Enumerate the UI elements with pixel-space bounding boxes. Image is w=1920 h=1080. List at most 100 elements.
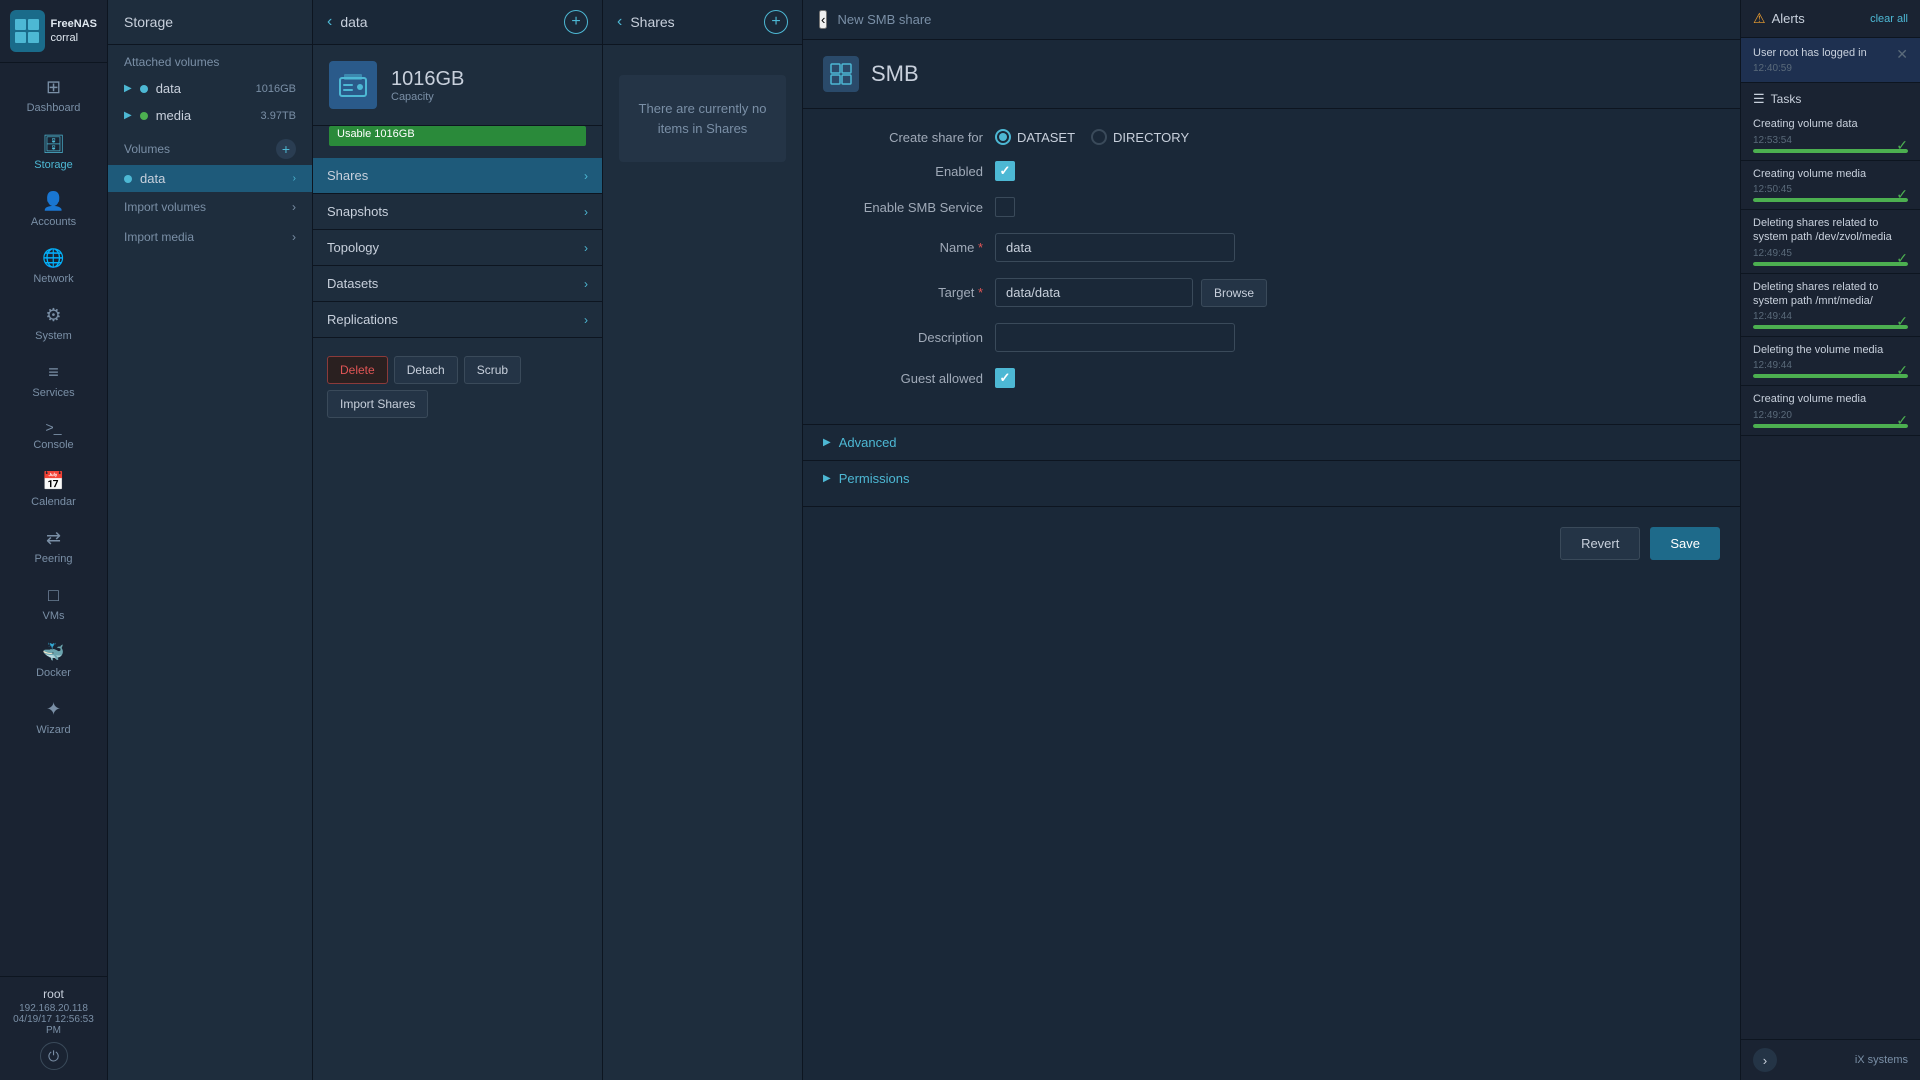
create-share-for-label: Create share for [823,130,983,145]
calendar-icon: 📅 [42,471,64,492]
ip-address: 192.168.20.118 [10,1003,97,1014]
nav-topology[interactable]: Topology › [313,230,602,266]
data-back-button[interactable]: ‹ [327,13,332,31]
description-input[interactable] [995,323,1235,352]
sidebar-item-dashboard[interactable]: ⊞ Dashboard [0,67,107,124]
import-media-link[interactable]: Import media › [108,222,312,252]
add-volume-button[interactable]: + [276,139,296,159]
right-footer: › iX systems [1741,1039,1920,1080]
description-row: Description [823,323,1720,352]
smb-icon [823,56,859,92]
import-volumes-link[interactable]: Import volumes › [108,192,312,222]
dataset-radio[interactable]: DATASET [995,129,1075,145]
storage-header-title: Storage [108,0,312,45]
form-actions: Revert Save [803,506,1740,580]
smb-breadcrumb: New SMB share [837,12,1724,27]
vms-icon: □ [48,585,59,606]
save-button[interactable]: Save [1650,527,1720,560]
snapshots-chevron: › [584,205,588,219]
nav-replications[interactable]: Replications › [313,302,602,338]
nav-shares[interactable]: Shares › [313,158,602,194]
delete-button[interactable]: Delete [327,356,388,384]
guest-allowed-row: Guest allowed ✓ [823,368,1720,388]
shares-add-button[interactable]: + [764,10,788,34]
nav-datasets[interactable]: Datasets › [313,266,602,302]
volume-item-data[interactable]: ▶ data 1016GB [108,75,312,102]
volume-item-media[interactable]: ▶ media 3.97TB [108,102,312,129]
task-progress-5 [1753,424,1908,428]
alert-close-button[interactable]: ✕ [1896,46,1908,63]
active-volume-data[interactable]: data › [108,165,312,192]
directory-radio-circle [1091,129,1107,145]
directory-radio[interactable]: DIRECTORY [1091,129,1189,145]
shares-panel-header: ‹ Shares + [603,0,802,45]
dot-data [140,85,148,93]
target-input[interactable] [995,278,1193,307]
guest-allowed-checkbox[interactable]: ✓ [995,368,1015,388]
enable-smb-service-checkbox[interactable] [995,197,1015,217]
usage-label: Usable 1016GB [337,128,415,140]
sidebar-item-accounts[interactable]: 👤 Accounts [0,181,107,238]
browse-button[interactable]: Browse [1201,279,1267,307]
data-panel: ‹ data + 1016GB Capacity Usable 1016GB [313,0,603,1080]
smb-header: ‹ New SMB share [803,0,1740,40]
storage-icon: 🗄 [42,134,65,155]
name-input[interactable] [995,233,1235,262]
revert-button[interactable]: Revert [1560,527,1640,560]
active-volume-name: data [140,171,285,186]
sidebar-item-system[interactable]: ⚙ System [0,295,107,352]
sidebar-item-storage[interactable]: 🗄 Storage [0,124,107,181]
advanced-collapsible[interactable]: ▶ Advanced [803,424,1740,460]
task-item-2: Deleting shares related to system path /… [1741,210,1920,274]
task-progress-0 [1753,149,1908,153]
attached-volumes-section: Attached volumes [108,45,312,75]
clear-all-link[interactable]: clear all [1870,13,1908,25]
scrub-button[interactable]: Scrub [464,356,521,384]
sidebar-item-docker[interactable]: 🐳 Docker [0,632,107,689]
data-nav-list: Shares › Snapshots › Topology › Datasets… [313,150,602,346]
permissions-collapsible[interactable]: ▶ Permissions [803,460,1740,496]
enabled-checkbox[interactable]: ✓ [995,161,1015,181]
data-panel-header: ‹ data + [313,0,602,45]
sidebar-item-wizard[interactable]: ✦ Wizard [0,689,107,746]
alert-text-0: User root has logged in [1753,46,1908,61]
alerts-header: ⚠ Alerts clear all [1741,0,1920,38]
enable-smb-service-label: Enable SMB Service [823,200,983,215]
sidebar-item-vms[interactable]: □ VMs [0,575,107,632]
datasets-chevron: › [584,277,588,291]
expand-panel-button[interactable]: › [1753,1048,1777,1072]
enable-smb-service-row: Enable SMB Service [823,197,1720,217]
smb-title: SMB [871,61,919,87]
target-row: Target * Browse [823,278,1720,307]
alert-time-0: 12:40:59 [1753,63,1908,74]
alert-bell-icon: ⚠ [1753,10,1766,27]
nav-snapshots[interactable]: Snapshots › [313,194,602,230]
sidebar-item-services[interactable]: ≡ Services [0,352,107,409]
task-item-1: Creating volume media 12:50:45 ✓ [1741,161,1920,210]
smb-form-panel: ‹ New SMB share SMB Create share for [803,0,1740,1080]
shares-empty-message: There are currently no items in Shares [619,75,786,162]
sidebar-item-network[interactable]: 🌐 Network [0,238,107,295]
smb-form-body: Create share for DATASET DIRECTORY Enabl… [803,109,1740,424]
power-button[interactable]: ⏻ [40,1042,68,1070]
sidebar-item-calendar[interactable]: 📅 Calendar [0,461,107,518]
data-add-button[interactable]: + [564,10,588,34]
shares-back-button[interactable]: ‹ [617,13,622,31]
smb-back-button[interactable]: ‹ [819,10,827,29]
sidebar-item-peering[interactable]: ⇄ Peering [0,518,107,575]
sidebar-item-console[interactable]: >_ Console [0,409,107,461]
main-content: Storage Attached volumes ▶ data 1016GB ▶… [108,0,1920,1080]
guest-allowed-label: Guest allowed [823,371,983,386]
docker-icon: 🐳 [42,642,64,663]
import-shares-button[interactable]: Import Shares [327,390,428,418]
usage-progress-bar: Usable 1016GB [329,126,586,146]
target-required-marker: * [978,285,983,300]
dashboard-icon: ⊞ [46,77,61,98]
volumes-section: Volumes + [108,129,312,165]
import-media-chevron: › [292,230,296,244]
ix-systems-logo: iX systems [1855,1054,1908,1066]
task-item-0: Creating volume data 12:53:54 ✓ [1741,111,1920,160]
task-item-5: Creating volume media 12:49:20 ✓ [1741,386,1920,435]
detach-button[interactable]: Detach [394,356,458,384]
logo-area: FreeNAS corral [0,0,107,63]
